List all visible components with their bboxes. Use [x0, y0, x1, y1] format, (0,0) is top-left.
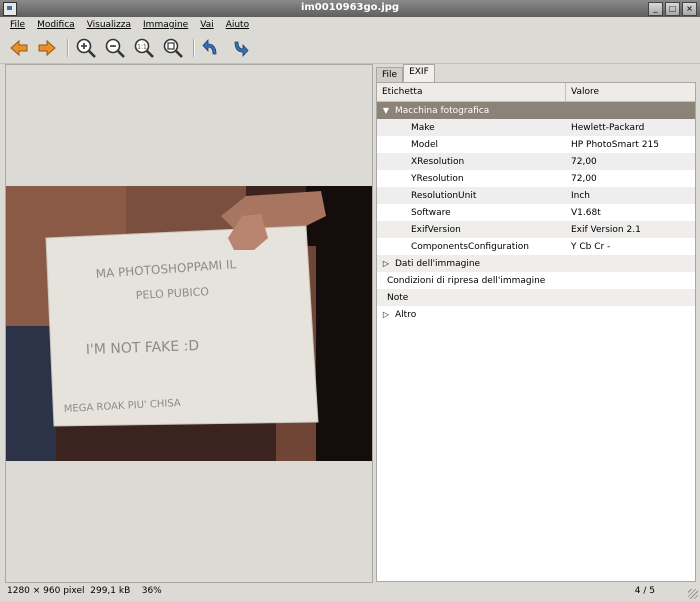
status-info: 1280 × 960 pixel 299,1 kB 36%	[7, 586, 162, 596]
expander-collapsed-icon[interactable]: ▷	[381, 310, 391, 319]
row-label: Note	[387, 292, 409, 303]
row-label-cell: Note	[377, 293, 566, 303]
row-label: Condizioni di ripresa dell'immagine	[387, 275, 546, 286]
row-label: ComponentsConfiguration	[411, 241, 529, 252]
row-label: ResolutionUnit	[411, 190, 477, 201]
expander-collapsed-icon[interactable]: ▷	[381, 259, 391, 268]
toolbar-separator	[193, 39, 195, 57]
zoom-in-icon[interactable]	[75, 37, 97, 59]
tab-strip: File EXIF	[376, 64, 435, 84]
table-row[interactable]: Make Hewlett-Packard	[377, 119, 695, 136]
row-label-cell: YResolution	[377, 174, 566, 184]
row-label-cell: ExifVersion	[377, 225, 566, 235]
table-row[interactable]: Model HP PhotoSmart 215	[377, 136, 695, 153]
zoom-out-icon[interactable]	[104, 37, 126, 59]
row-label: ExifVersion	[411, 224, 461, 235]
table-header: Etichetta Valore	[377, 83, 695, 102]
row-value: Y Cb Cr -	[571, 241, 611, 252]
row-value: 72,00	[571, 156, 597, 167]
exif-table[interactable]: Etichetta Valore ▼ Macchina fotografica Ma…	[376, 82, 696, 582]
image-position: 4 / 5	[634, 586, 655, 596]
row-label-cell: Make	[377, 123, 566, 133]
table-row[interactable]: ▷ Dati dell'immagine	[377, 255, 695, 272]
toolbar: 1:1	[0, 33, 700, 64]
file-size: 299,1 kB	[90, 586, 131, 596]
row-label-cell: XResolution	[377, 157, 566, 167]
row-label-cell: ▷ Altro	[377, 310, 566, 320]
menu-modifica[interactable]: Modifica	[31, 20, 81, 30]
table-row[interactable]: ComponentsConfiguration Y Cb Cr -	[377, 238, 695, 255]
row-label-cell: Software	[377, 208, 566, 218]
menu-file[interactable]: File	[0, 20, 31, 30]
table-row[interactable]: XResolution 72,00	[377, 153, 695, 170]
zoom-original-icon[interactable]	[162, 37, 184, 59]
row-label: Dati dell'immagine	[395, 258, 481, 269]
svg-text:1:1: 1:1	[137, 44, 147, 51]
status-bar: 1280 × 960 pixel 299,1 kB 36% 4 / 5	[0, 583, 700, 601]
table-row[interactable]: Note	[377, 289, 695, 306]
table-body: ▼ Macchina fotografica Make Hewlett-Packard…	[377, 102, 695, 323]
arrow-left-icon[interactable]	[8, 37, 30, 59]
toolbar-separator	[67, 39, 69, 57]
title-bar: im0010963go.jpg _ □ ×	[0, 0, 700, 17]
row-value: V1.68t	[571, 207, 601, 218]
row-label: Software	[411, 207, 451, 218]
table-row[interactable]: ▼ Macchina fotografica	[377, 102, 695, 119]
image-dimensions: 1280 × 960 pixel	[7, 586, 85, 596]
rotate-right-icon[interactable]	[229, 37, 251, 59]
row-label: Macchina fotografica	[395, 105, 490, 116]
table-row[interactable]: ResolutionUnit Inch	[377, 187, 695, 204]
row-value: HP PhotoSmart 215	[571, 139, 659, 150]
column-header-valore[interactable]: Valore	[566, 83, 604, 101]
metadata-sidebar: File EXIF Etichetta Valore ▼ Macchina fot…	[376, 64, 696, 582]
table-row[interactable]: ExifVersion Exif Version 2.1	[377, 221, 695, 238]
row-value: Hewlett-Packard	[571, 122, 645, 133]
table-row[interactable]: Condizioni di ripresa dell'immagine	[377, 272, 695, 289]
column-header-etichetta[interactable]: Etichetta	[377, 83, 566, 101]
window-title: im0010963go.jpg	[300, 2, 400, 13]
table-row[interactable]: Software V1.68t	[377, 204, 695, 221]
row-value: Inch	[571, 190, 591, 201]
expander-expanded-icon[interactable]: ▼	[381, 106, 391, 115]
row-label: XResolution	[411, 156, 465, 167]
table-row[interactable]: YResolution 72,00	[377, 170, 695, 187]
menu-bar: File Modifica Visualizza Immagine Vai Ai…	[0, 17, 700, 33]
row-label: Model	[411, 139, 439, 150]
tab-exif[interactable]: EXIF	[403, 64, 435, 84]
zoom-level: 36%	[141, 586, 162, 596]
minimize-button[interactable]: _	[648, 2, 663, 16]
menu-visualizza[interactable]: Visualizza	[81, 20, 137, 30]
row-label-cell: Condizioni di ripresa dell'immagine	[377, 276, 566, 286]
menu-immagine[interactable]: Immagine	[137, 20, 194, 30]
table-row[interactable]: ▷ Altro	[377, 306, 695, 323]
row-label: Make	[411, 122, 435, 133]
row-label-cell: ▼ Macchina fotografica	[377, 106, 566, 116]
row-label: YResolution	[411, 173, 464, 184]
zoom-fit-icon[interactable]: 1:1	[133, 37, 155, 59]
rotate-left-icon[interactable]	[200, 37, 222, 59]
photo: MA PHOTOSHOPPAMI IL PELO PUBICO I'M NOT …	[6, 186, 372, 461]
row-label-cell: ComponentsConfiguration	[377, 242, 566, 252]
row-label: Altro	[395, 309, 417, 320]
row-value: 72,00	[571, 173, 597, 184]
resize-grip[interactable]	[688, 589, 698, 599]
row-label-cell: Model	[377, 140, 566, 150]
close-button[interactable]: ×	[682, 2, 697, 16]
maximize-button[interactable]: □	[665, 2, 680, 16]
menu-vai[interactable]: Vai	[194, 20, 219, 30]
row-value: Exif Version 2.1	[571, 224, 641, 235]
image-view[interactable]: MA PHOTOSHOPPAMI IL PELO PUBICO I'M NOT …	[5, 64, 373, 583]
row-label-cell: ▷ Dati dell'immagine	[377, 259, 566, 269]
menu-aiuto[interactable]: Aiuto	[220, 20, 255, 30]
row-label-cell: ResolutionUnit	[377, 191, 566, 201]
arrow-right-icon[interactable]	[36, 37, 58, 59]
